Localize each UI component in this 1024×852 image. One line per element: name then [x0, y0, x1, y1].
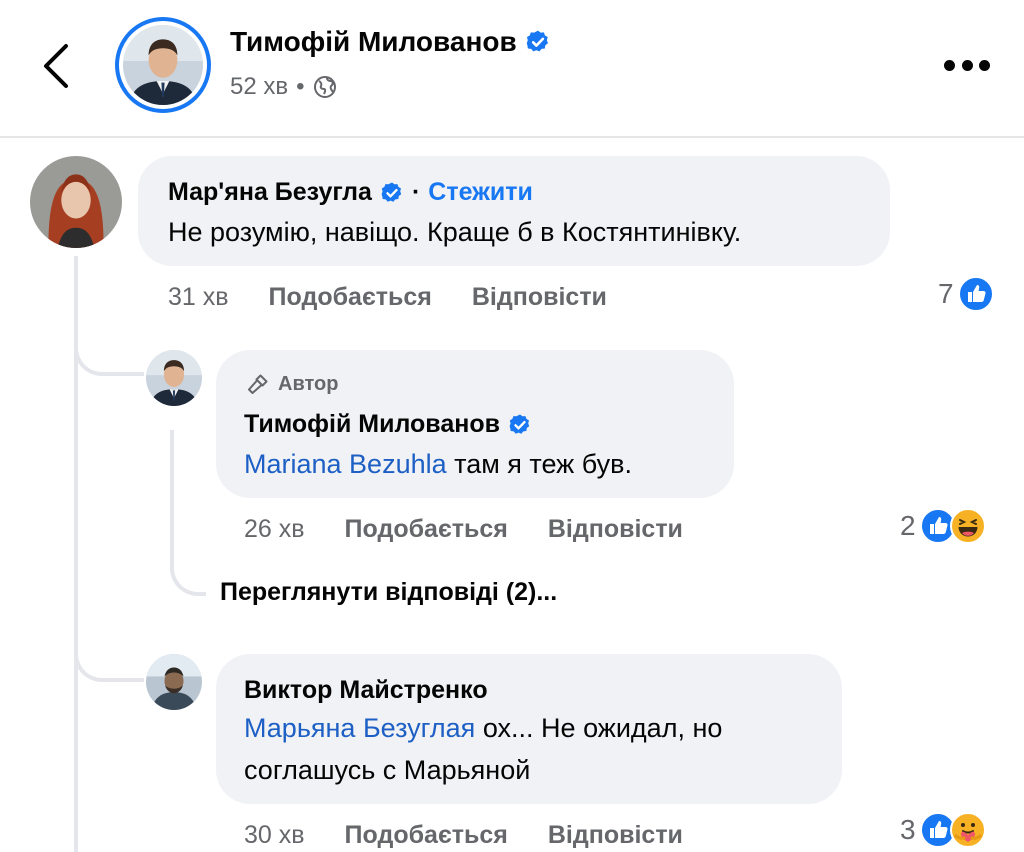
- reply-button[interactable]: Відповісти: [548, 821, 683, 850]
- like-button[interactable]: Подобається: [345, 821, 508, 850]
- verified-badge-icon: [508, 413, 532, 437]
- post-meta: 52 хв •: [230, 73, 337, 101]
- reaction-count: 7: [938, 278, 954, 309]
- globe-icon: [313, 76, 336, 98]
- reactions[interactable]: 3: [900, 812, 986, 848]
- separator: ·: [411, 178, 421, 206]
- comment-bubble: Виктор Майстренко Марьяна Безуглая ох...…: [216, 654, 842, 804]
- comment-text: Не розумію, навіщо. Краще б в Костянтині…: [168, 217, 742, 247]
- thread-connector: [74, 330, 144, 376]
- comment-time[interactable]: 31 хв: [168, 283, 229, 312]
- care-icon: [950, 812, 986, 848]
- comment-body: там я теж був.: [454, 449, 632, 479]
- comment-bubble: Автор Тимофій Милованов Mariana Bezuhla …: [216, 350, 734, 498]
- comment-text: Mariana Bezuhla там я теж був.: [244, 444, 632, 484]
- commenter-avatar[interactable]: [30, 156, 122, 248]
- follow-button[interactable]: Стежити: [428, 178, 533, 207]
- author-name[interactable]: Тимофій Милованов: [230, 26, 517, 58]
- commenter-name[interactable]: Тимофій Милованов: [244, 410, 500, 439]
- commenter-avatar[interactable]: [146, 654, 202, 710]
- chevron-left-icon[interactable]: [38, 42, 74, 90]
- comment-header: Тимофій Милованов: [244, 410, 532, 439]
- author-tag-label: Автор: [278, 372, 339, 395]
- commenter-name[interactable]: Виктор Майстренко: [244, 676, 488, 705]
- comment-header: Виктор Майстренко: [244, 676, 488, 705]
- comment-body-line2: соглашусь с Марьяной: [244, 755, 531, 785]
- thread-connector: [74, 636, 144, 682]
- view-replies-link[interactable]: Переглянути відповіді (2)...: [220, 578, 557, 607]
- author-name-row[interactable]: Тимофій Милованов: [230, 26, 551, 58]
- microphone-icon: [246, 372, 270, 396]
- verified-badge-icon: [525, 29, 551, 55]
- mention-link[interactable]: Mariana Bezuhla: [244, 449, 447, 479]
- comment-actions: 30 хв Подобається Відповісти: [244, 821, 683, 850]
- author-avatar[interactable]: [115, 17, 211, 113]
- comment-header: Мар'яна Безугла · Стежити: [168, 178, 533, 207]
- like-button[interactable]: Подобається: [269, 283, 432, 312]
- mention-link[interactable]: Марьяна Безуглая: [244, 713, 475, 743]
- more-horizontal-icon[interactable]: [944, 60, 990, 72]
- comment-body-line1: ох... Не ожидал, но: [482, 713, 723, 743]
- comment-bubble: Мар'яна Безугла · Стежити Не розумію, на…: [138, 156, 890, 266]
- reactions[interactable]: 7: [938, 276, 994, 312]
- reply-thread-connector: [170, 540, 206, 596]
- comment-actions: 26 хв Подобається Відповісти: [244, 515, 683, 544]
- comment-time[interactable]: 26 хв: [244, 515, 305, 544]
- reaction-count: 3: [900, 814, 916, 845]
- haha-icon: [950, 508, 986, 544]
- reply-button[interactable]: Відповісти: [472, 283, 607, 312]
- reaction-count: 2: [900, 510, 916, 541]
- meta-separator: •: [296, 73, 305, 100]
- like-button[interactable]: Подобається: [345, 515, 508, 544]
- author-tag: Автор: [246, 372, 338, 396]
- verified-badge-icon: [380, 181, 404, 205]
- comment-text: Марьяна Безуглая ох... Не ожидал, но: [244, 708, 722, 748]
- comment-actions: 31 хв Подобається Відповісти: [168, 283, 607, 312]
- reactions[interactable]: 2: [900, 508, 986, 544]
- post-time[interactable]: 52 хв: [230, 73, 288, 101]
- post-header: Тимофій Милованов 52 хв •: [0, 0, 1024, 138]
- reply-button[interactable]: Відповісти: [548, 515, 683, 544]
- comment-time[interactable]: 30 хв: [244, 821, 305, 850]
- like-icon: [958, 276, 994, 312]
- commenter-avatar[interactable]: [146, 350, 202, 406]
- commenter-name[interactable]: Мар'яна Безугла: [168, 178, 372, 207]
